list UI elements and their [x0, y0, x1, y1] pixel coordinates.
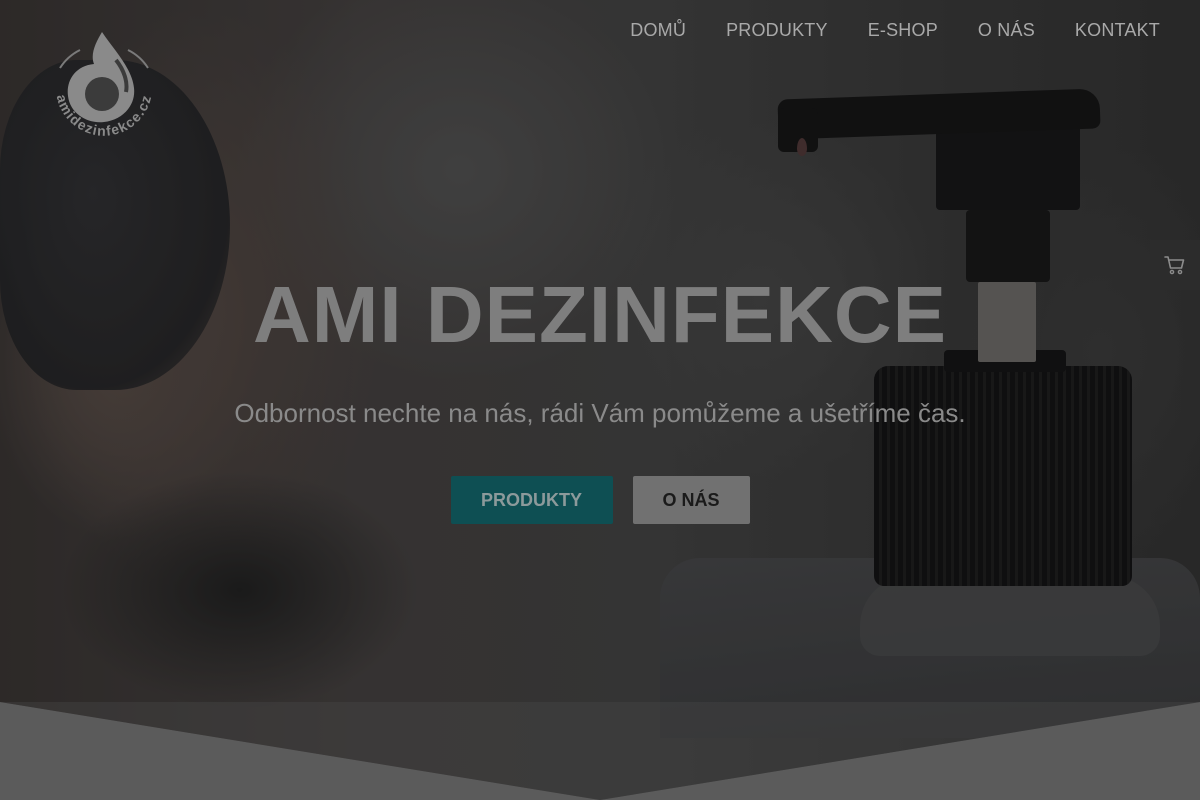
hero-title: AMI DEZINFEKCE — [253, 270, 947, 359]
nav-item-products[interactable]: PRODUKTY — [726, 18, 828, 42]
hero-buttons: PRODUKTY O NÁS — [0, 476, 1200, 524]
bottom-angled-section — [0, 702, 1200, 800]
page: amidezinfekce.cz DOMŮ PRODUKTY E-SHOP O … — [0, 0, 1200, 800]
hero-subtitle: Odbornost nechte na nás, rádi Vám pomůže… — [234, 398, 966, 428]
nav-item-about[interactable]: O NÁS — [978, 18, 1035, 42]
nav-item-home[interactable]: DOMŮ — [630, 18, 686, 42]
nav-item-eshop[interactable]: E-SHOP — [868, 18, 938, 42]
main-navigation: DOMŮ PRODUKTY E-SHOP O NÁS KONTAKT — [630, 18, 1160, 42]
products-button[interactable]: PRODUKTY — [450, 476, 613, 524]
site-logo[interactable]: amidezinfekce.cz — [44, 30, 164, 154]
nav-item-contact[interactable]: KONTAKT — [1075, 18, 1160, 42]
logo-drop-icon: amidezinfekce.cz — [54, 32, 153, 139]
about-button[interactable]: O NÁS — [632, 476, 750, 524]
